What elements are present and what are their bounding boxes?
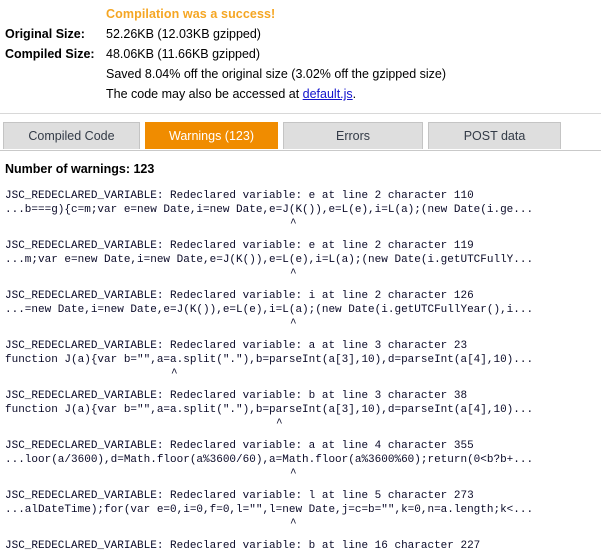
tab-compiled-code[interactable]: Compiled Code	[3, 122, 140, 149]
warning-source-snippet: function J(a){var b="",a=a.split("."),b=…	[5, 354, 534, 366]
summary-row-access: The code may also be accessed at default…	[0, 84, 601, 104]
warning-caret-marker: ^	[290, 468, 297, 480]
summary-row-status: Compilation was a success!	[0, 4, 601, 24]
warning-entry: JSC_REDECLARED_VARIABLE: Redeclared vari…	[5, 239, 601, 280]
warning-message: JSC_REDECLARED_VARIABLE: Redeclared vari…	[5, 340, 468, 352]
warning-caret-marker: ^	[171, 368, 178, 380]
summary-row-original-size: Original Size: 52.26KB (12.03KB gzipped)	[0, 24, 601, 44]
warning-message: JSC_REDECLARED_VARIABLE: Redeclared vari…	[5, 390, 468, 402]
saved-text: Saved 8.04% off the original size (3.02%…	[106, 67, 447, 81]
warning-caret-marker: ^	[290, 218, 297, 230]
warning-entry: JSC_REDECLARED_VARIABLE: Redeclared vari…	[5, 439, 601, 480]
tab-warnings-123[interactable]: Warnings (123)	[145, 122, 278, 149]
warning-message: JSC_REDECLARED_VARIABLE: Redeclared vari…	[5, 490, 474, 502]
compilation-status-text: Compilation was a success!	[106, 7, 276, 21]
warnings-panel: Number of warnings: 123 JSC_REDECLARED_V…	[0, 151, 601, 553]
code-access-text: The code may also be accessed at default…	[106, 84, 356, 104]
warning-entry: JSC_REDECLARED_VARIABLE: Redeclared vari…	[5, 289, 601, 330]
summary-row-compiled-size: Compiled Size: 48.06KB (11.66KB gzipped)	[0, 44, 601, 64]
warnings-list: JSC_REDECLARED_VARIABLE: Redeclared vari…	[0, 189, 601, 553]
tab-errors[interactable]: Errors	[283, 122, 423, 149]
warning-message: JSC_REDECLARED_VARIABLE: Redeclared vari…	[5, 440, 474, 452]
warning-message: JSC_REDECLARED_VARIABLE: Redeclared vari…	[5, 540, 481, 552]
summary-row-saved: Saved 8.04% off the original size (3.02%…	[0, 64, 601, 84]
warning-message: JSC_REDECLARED_VARIABLE: Redeclared vari…	[5, 240, 474, 252]
compiled-size-value: 48.06KB (11.66KB gzipped)	[106, 47, 261, 61]
warning-source-snippet: ...m;var e=new Date,i=new Date,e=J(K()),…	[5, 254, 534, 266]
default-js-link[interactable]: default.js	[303, 87, 353, 101]
warnings-count-label: Number of warnings: 123	[5, 162, 155, 176]
warning-caret-marker: ^	[290, 318, 297, 330]
warning-source-snippet: ...=new Date,i=new Date,e=J(K()),e=L(e),…	[5, 304, 534, 316]
header-divider	[0, 113, 601, 114]
code-access-suffix: .	[352, 87, 357, 101]
warning-entry: JSC_REDECLARED_VARIABLE: Redeclared vari…	[5, 489, 601, 530]
code-access-prefix: The code may also be accessed at	[106, 87, 303, 101]
warning-source-snippet: function J(a){var b="",a=a.split("."),b=…	[5, 404, 534, 416]
warning-source-snippet: ...loor(a/3600),d=Math.floor(a%3600/60),…	[5, 454, 534, 466]
warning-entry: JSC_REDECLARED_VARIABLE: Redeclared vari…	[5, 189, 601, 230]
original-size-value: 52.26KB (12.03KB gzipped)	[106, 27, 261, 41]
warning-message: JSC_REDECLARED_VARIABLE: Redeclared vari…	[5, 190, 474, 202]
original-size-label: Original Size:	[5, 27, 85, 41]
warning-entry: JSC_REDECLARED_VARIABLE: Redeclared vari…	[5, 389, 601, 430]
warning-caret-marker: ^	[290, 518, 297, 530]
warning-source-snippet: ...b===g){c=m;var e=new Date,i=new Date,…	[5, 204, 534, 216]
result-tabs: Compiled Code Warnings (123) Errors POST da…	[0, 122, 601, 151]
compilation-summary: Compilation was a success! Original Size…	[0, 0, 601, 104]
warning-source-snippet: ...alDateTime);for(var e=0,i=0,f=0,l="",…	[5, 504, 534, 516]
tab-post-data[interactable]: POST data	[428, 122, 561, 149]
warning-entry: JSC_REDECLARED_VARIABLE: Redeclared vari…	[5, 539, 601, 553]
warning-message: JSC_REDECLARED_VARIABLE: Redeclared vari…	[5, 290, 474, 302]
compiled-size-label: Compiled Size:	[5, 47, 95, 61]
warning-entry: JSC_REDECLARED_VARIABLE: Redeclared vari…	[5, 339, 601, 380]
warning-caret-marker: ^	[276, 418, 283, 430]
warning-caret-marker: ^	[290, 268, 297, 280]
